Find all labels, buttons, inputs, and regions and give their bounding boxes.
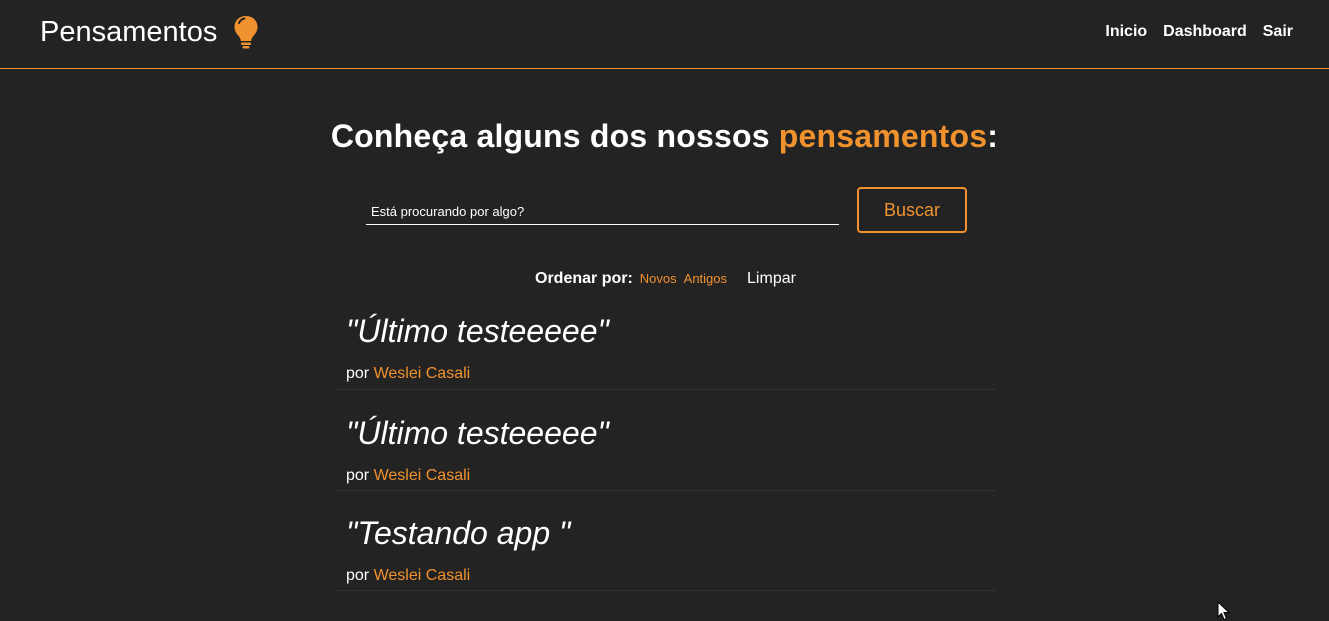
navbar: Pensamentos Inicio Dashboard Sair bbox=[0, 0, 1329, 69]
nav-link-dashboard[interactable]: Dashboard bbox=[1163, 22, 1247, 42]
thought-item: "Testando app " por Weslei Casali bbox=[337, 491, 996, 591]
thought-text: "Testando app " bbox=[346, 515, 571, 551]
page-title-start: Conheça alguns dos nossos bbox=[330, 118, 779, 154]
thought-author: Weslei Casali bbox=[373, 365, 471, 382]
order-oldest-link[interactable]: Antigos bbox=[684, 271, 727, 286]
order-newest-link[interactable]: Novos bbox=[640, 271, 677, 286]
nav-links: Inicio Dashboard Sair bbox=[1105, 22, 1293, 42]
search-input[interactable] bbox=[366, 198, 839, 225]
thought-text: "Último testeeeee" bbox=[346, 313, 609, 349]
thought-by-label: por bbox=[346, 365, 370, 382]
search-button[interactable]: Buscar bbox=[857, 187, 967, 233]
nav-link-inicio[interactable]: Inicio bbox=[1105, 22, 1147, 42]
thought-by-label: por bbox=[346, 467, 370, 484]
thought-by-label: por bbox=[346, 567, 370, 584]
clear-link[interactable]: Limpar bbox=[747, 270, 796, 288]
brand-link[interactable]: Pensamentos bbox=[40, 14, 259, 50]
lightbulb-icon bbox=[233, 15, 259, 49]
page-title-accent: pensamentos bbox=[778, 118, 988, 154]
thought-meta: por Weslei Casali bbox=[346, 353, 996, 392]
thought-author: Weslei Casali bbox=[373, 467, 471, 484]
page-title-end: : bbox=[987, 118, 999, 154]
order-label: Ordenar por: bbox=[535, 270, 633, 287]
brand-name: Pensamentos bbox=[40, 16, 218, 48]
thought-item: "Último testeeeee" por Weslei Casali bbox=[337, 305, 996, 390]
thought-item: "Último testeeeee" por Weslei Casali bbox=[337, 390, 996, 491]
thought-author: Weslei Casali bbox=[373, 567, 471, 584]
page-title: Conheça alguns dos nossos pensamentos: bbox=[0, 116, 1329, 156]
thought-meta: por Weslei Casali bbox=[346, 455, 996, 494]
order-bar: Ordenar por: Novos Antigos Limpar bbox=[535, 270, 796, 288]
thought-meta: por Weslei Casali bbox=[346, 555, 996, 594]
thoughts-list: "Último testeeeee" por Weslei Casali "Úl… bbox=[337, 305, 996, 591]
mouse-cursor-icon bbox=[1217, 601, 1231, 621]
nav-link-sair[interactable]: Sair bbox=[1263, 22, 1293, 42]
thought-text: "Último testeeeee" bbox=[346, 415, 609, 451]
